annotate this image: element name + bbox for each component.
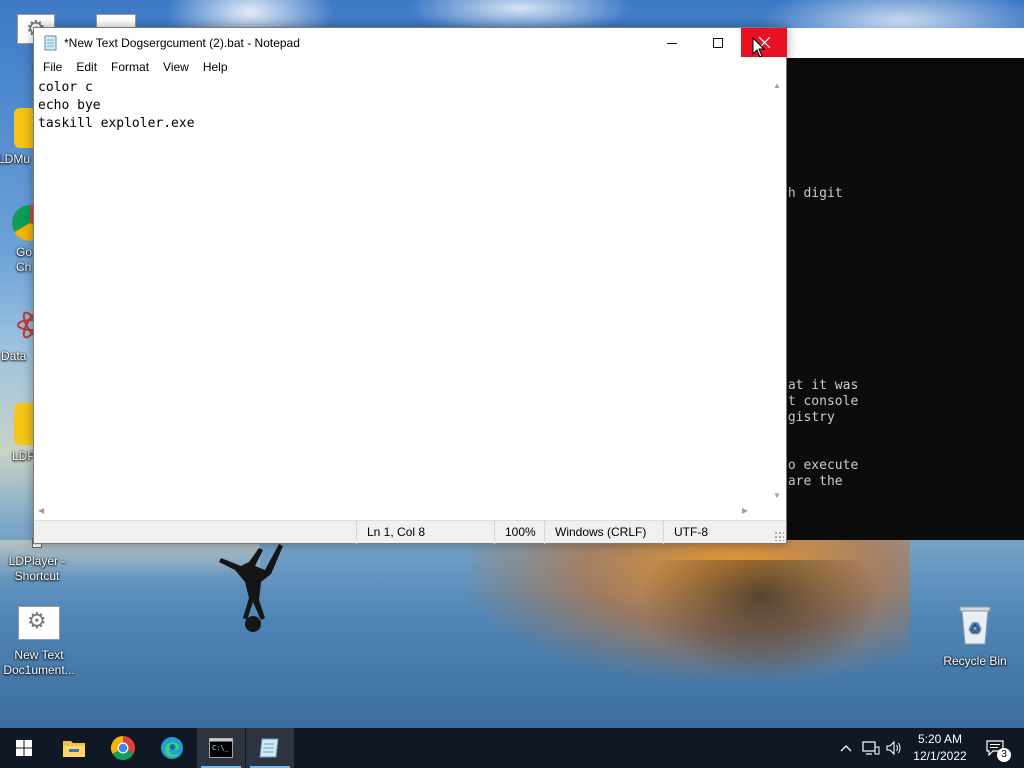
console-line: nt console [780, 394, 859, 409]
taskbar: C:\_ 5:20 AM 12/1/2022 3 [0, 728, 1024, 768]
status-cursor-position: Ln 1, Col 8 [356, 521, 425, 544]
scroll-right-icon[interactable]: ▶ [742, 506, 748, 515]
minimize-button[interactable] [649, 28, 695, 57]
notepad-icon [259, 738, 279, 758]
console-titlebar[interactable] [770, 28, 1024, 58]
taskbar-file-explorer[interactable] [50, 728, 98, 768]
menu-help[interactable]: Help [196, 58, 235, 78]
taskbar-clock[interactable]: 5:20 AM 12/1/2022 [905, 731, 975, 765]
status-line-ending: Windows (CRLF) [544, 521, 646, 544]
menu-file[interactable]: File [36, 58, 69, 78]
console-line: egistry [780, 410, 835, 425]
desktop-icon-recycle-bin[interactable]: ♻ Recycle Bin [936, 604, 1014, 669]
desktop-icon-new-text-document[interactable]: New Text Doc1ument... [0, 606, 78, 678]
file-explorer-icon [63, 741, 85, 757]
console-window[interactable]: ch digit hat it was nt console egistry t… [770, 28, 1024, 540]
svg-text:C:\_: C:\_ [212, 744, 230, 752]
windows-start-icon [16, 740, 32, 756]
resize-grip[interactable] [774, 531, 784, 541]
svg-text:♻: ♻ [969, 621, 982, 637]
notepad-app-icon [44, 35, 57, 51]
taskbar-command-prompt[interactable]: C:\_ [197, 728, 245, 768]
chevron-up-icon [840, 745, 852, 752]
network-button[interactable] [860, 728, 882, 768]
desktop-icon-label: LDPlayer - [8, 554, 66, 568]
menu-bar: File Edit Format View Help [34, 58, 786, 78]
text-editor[interactable]: color c echo bye taskill exploler.exe [34, 78, 770, 530]
clock-date: 12/1/2022 [913, 749, 967, 763]
speaker-icon [886, 741, 901, 755]
status-zoom: 100% [494, 521, 536, 544]
wallpaper-silhouette [219, 544, 283, 632]
taskbar-notepad[interactable] [246, 728, 294, 768]
scroll-up-icon[interactable]: ▲ [773, 81, 781, 90]
desktop-icon-label: Recycle Bin [943, 654, 1007, 668]
mouse-pointer-icon [752, 37, 766, 58]
desktop-icon-label: Doc1ument... [3, 663, 75, 677]
menu-edit[interactable]: Edit [69, 58, 104, 78]
horizontal-scrollbar[interactable]: ◀ ▶ [34, 503, 770, 520]
scroll-down-icon[interactable]: ▼ [773, 491, 781, 500]
console-line: are the [780, 474, 843, 489]
console-line: to execute [780, 458, 859, 473]
editor-line: echo bye [38, 98, 101, 113]
maximize-icon [713, 37, 723, 48]
window-title: *New Text Dogsergcument (2).bat - Notepa… [64, 36, 300, 50]
start-button[interactable] [0, 728, 48, 768]
notification-badge: 3 [997, 748, 1011, 762]
notepad-window[interactable]: *New Text Dogsergcument (2).bat - Notepa… [33, 27, 787, 544]
notepad-titlebar[interactable]: *New Text Dogsergcument (2).bat - Notepa… [34, 28, 787, 58]
terminal-icon: C:\_ [209, 738, 233, 758]
vertical-scrollbar[interactable]: ▲ ▼ [769, 78, 786, 530]
console-line: ch digit [780, 186, 843, 201]
tray-overflow-button[interactable] [836, 728, 856, 768]
clock-time: 5:20 AM [917, 732, 963, 746]
menu-format[interactable]: Format [104, 58, 156, 78]
taskbar-edge[interactable] [148, 728, 196, 768]
status-bar: Ln 1, Col 8 100% Windows (CRLF) UTF-8 [34, 520, 786, 544]
edge-icon [161, 737, 183, 759]
taskbar-chrome[interactable] [99, 728, 147, 768]
scroll-left-icon[interactable]: ◀ [38, 506, 44, 515]
maximize-button[interactable] [695, 28, 741, 57]
minimize-icon [667, 42, 677, 44]
editor-line: taskill exploler.exe [38, 116, 195, 131]
network-icon [862, 741, 880, 755]
action-center-button[interactable]: 3 [980, 728, 1011, 768]
chrome-icon [111, 736, 135, 760]
document-icon [18, 606, 60, 640]
console-line: hat it was [780, 378, 859, 393]
recycle-bin-icon: ♻ [957, 604, 993, 646]
desktop-icon-label: New Text [14, 648, 64, 662]
wallpaper-rock-shadow [640, 560, 880, 680]
volume-button[interactable] [884, 728, 904, 768]
menu-view[interactable]: View [156, 58, 196, 78]
status-encoding: UTF-8 [663, 521, 708, 544]
desktop-icon-second-document[interactable] [96, 14, 136, 28]
editor-line: color c [38, 80, 93, 95]
desktop-icon-label: Shortcut [14, 569, 60, 583]
